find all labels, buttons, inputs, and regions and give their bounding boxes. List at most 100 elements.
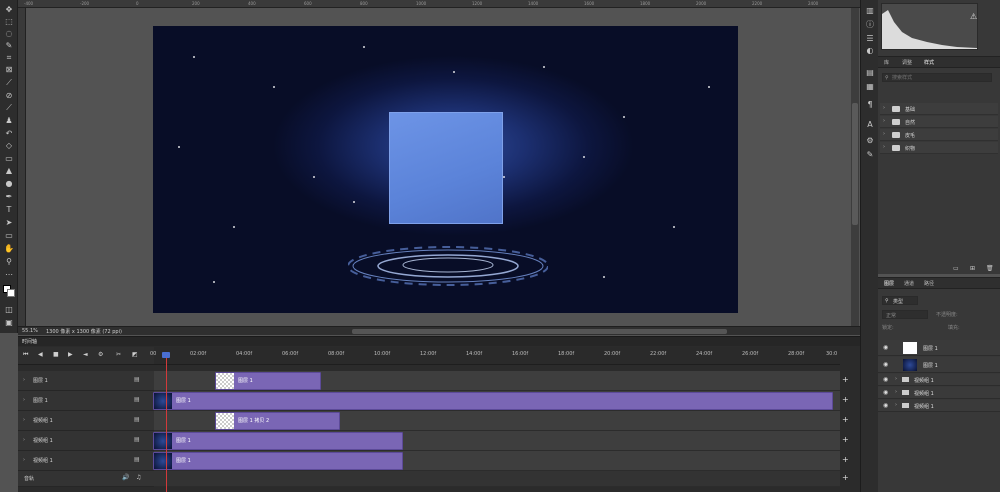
chevron-right-icon[interactable]: › xyxy=(23,397,25,403)
blue-square-layer[interactable] xyxy=(389,112,503,224)
lasso-tool-icon[interactable]: ◌ xyxy=(4,30,14,38)
paths-icon[interactable]: ✎ xyxy=(865,150,875,160)
layer-row[interactable]: ◉ 图层 1 xyxy=(878,357,1000,373)
vertical-scrollbar[interactable] xyxy=(851,8,859,326)
tab-layers[interactable]: 图层 xyxy=(884,280,894,287)
adjustments-icon[interactable]: ☰ xyxy=(865,34,875,44)
paragraph-icon[interactable]: ¶ xyxy=(865,100,875,110)
previous-frame-icon[interactable]: ◀ xyxy=(38,351,43,358)
brush-tool-icon[interactable]: ⟋ xyxy=(4,104,14,112)
chevron-right-icon[interactable]: › xyxy=(23,457,25,463)
blend-mode-select[interactable]: 正常 xyxy=(882,310,928,319)
track-lane[interactable]: 图层 1 xyxy=(154,371,840,391)
tab-paths[interactable]: 路径 xyxy=(924,280,934,287)
chevron-right-icon[interactable]: › xyxy=(883,131,885,137)
style-folder-row[interactable]: › 自然 xyxy=(880,116,998,128)
blur-tool-icon[interactable]: ▲ xyxy=(4,167,14,175)
audio-track-header[interactable]: 音轨 🔊 ♫ xyxy=(18,471,154,487)
properties-icon[interactable]: ⚙ xyxy=(865,136,875,146)
zoom-tool-icon[interactable]: ⚲ xyxy=(4,258,14,266)
layer-row[interactable]: ◉ 图层 1 xyxy=(878,340,1000,356)
film-strip-icon[interactable]: ▤ xyxy=(134,436,140,443)
info-icon[interactable]: ⓘ xyxy=(865,20,875,30)
eyedropper-tool-icon[interactable]: ⟋ xyxy=(4,79,14,87)
tab-styles[interactable]: 样式 xyxy=(924,59,934,66)
film-strip-icon[interactable]: ▤ xyxy=(134,376,140,383)
eye-icon[interactable]: ◉ xyxy=(883,344,888,351)
eye-icon[interactable]: ◉ xyxy=(883,376,888,383)
new-folder-icon[interactable]: ▭ xyxy=(953,265,959,272)
character-icon[interactable]: A xyxy=(865,120,875,130)
horizontal-scroll-thumb[interactable] xyxy=(352,329,727,334)
timeline-clip[interactable]: 图层 1 xyxy=(215,372,321,390)
track-lane[interactable]: 图层 1 拷贝 2 xyxy=(154,411,840,431)
playhead[interactable] xyxy=(166,352,167,492)
type-tool-icon[interactable]: T xyxy=(4,206,14,214)
style-search-box[interactable]: ⚲ xyxy=(882,73,992,82)
eraser-tool-icon[interactable]: ◇ xyxy=(4,142,14,150)
add-media-icon[interactable]: + xyxy=(842,455,849,464)
move-tool-icon[interactable]: ✥ xyxy=(4,6,14,14)
library-icon[interactable]: ▤ xyxy=(865,68,875,78)
audio-track-lane[interactable] xyxy=(154,471,840,487)
speaker-icon[interactable]: 🔊 xyxy=(122,474,129,481)
history-brush-tool-icon[interactable]: ↶ xyxy=(4,130,14,138)
style-folder-row[interactable]: › 皮毛 xyxy=(880,129,998,141)
gradient-tool-icon[interactable]: ▭ xyxy=(4,155,14,163)
chevron-right-icon[interactable]: › xyxy=(883,105,885,111)
chevron-right-icon[interactable]: › xyxy=(883,144,885,150)
add-media-icon[interactable]: + xyxy=(842,415,849,424)
frame-tool-icon[interactable]: ⊠ xyxy=(4,66,14,74)
timeline-clip[interactable]: 图层 1 xyxy=(153,452,403,470)
layer-group-row[interactable]: ◉ › 视频组 1 xyxy=(878,387,1000,399)
track-header[interactable]: › 视频组 1 ▤ xyxy=(18,431,154,451)
style-folder-row[interactable]: › 织物 xyxy=(880,142,998,154)
warning-icon[interactable]: ⚠ xyxy=(970,12,977,21)
next-frame-icon[interactable]: ▶ xyxy=(68,351,73,358)
track-lane[interactable]: 图层 1 xyxy=(153,451,840,471)
chevron-right-icon[interactable]: › xyxy=(895,402,897,408)
eye-icon[interactable]: ◉ xyxy=(883,402,888,409)
add-media-icon[interactable]: + xyxy=(842,375,849,384)
chevron-right-icon[interactable]: › xyxy=(895,389,897,395)
film-strip-icon[interactable]: ▤ xyxy=(134,456,140,463)
timeline-clip[interactable]: 图层 1 拷贝 2 xyxy=(215,412,340,430)
track-header[interactable]: › 视频组 1 ▤ xyxy=(18,451,154,471)
quick-mask-icon[interactable]: ◫ xyxy=(4,306,14,314)
play-icon[interactable]: ■ xyxy=(53,351,59,358)
track-header[interactable]: › 图层 1 ▤ xyxy=(18,371,154,391)
music-note-icon[interactable]: ♫ xyxy=(136,474,141,481)
playhead-handle[interactable] xyxy=(162,352,170,358)
histogram-icon[interactable]: ▥ xyxy=(865,6,875,16)
swatches-icon[interactable]: ▦ xyxy=(865,82,875,92)
eye-icon[interactable]: ◉ xyxy=(883,361,888,368)
crop-tool-icon[interactable]: ⌗ xyxy=(4,54,14,62)
tab-channels[interactable]: 通道 xyxy=(904,280,914,287)
navigator-icon[interactable]: ◐ xyxy=(865,46,875,56)
settings-icon[interactable]: ⚙ xyxy=(98,351,103,358)
background-color-swatch[interactable] xyxy=(7,289,15,297)
layer-group-row[interactable]: ◉ › 视频组 1 xyxy=(878,400,1000,412)
layer-group-row[interactable]: ◉ › 视频组 1 xyxy=(878,374,1000,386)
split-clip-icon[interactable]: ✂ xyxy=(116,351,121,358)
timeline-ruler[interactable]: 00 02:00f 04:00f 06:00f 08:00f 10:00f 12… xyxy=(150,347,840,365)
trash-icon[interactable]: 🗑 xyxy=(986,265,994,272)
add-media-icon[interactable]: + xyxy=(842,395,849,404)
edit-toolbar-icon[interactable]: ⋯ xyxy=(4,271,14,279)
style-folder-row[interactable]: › 基础 xyxy=(880,103,998,115)
healing-tool-icon[interactable]: ⊘ xyxy=(4,92,14,100)
zoom-level[interactable]: 55.1% xyxy=(22,328,38,334)
hand-tool-icon[interactable]: ✋ xyxy=(4,245,14,253)
vertical-scroll-thumb[interactable] xyxy=(852,103,858,225)
add-media-icon[interactable]: + xyxy=(842,473,849,482)
transition-icon[interactable]: ◩ xyxy=(132,351,138,358)
document-canvas[interactable] xyxy=(153,26,738,313)
path-select-tool-icon[interactable]: ➤ xyxy=(4,219,14,227)
rectangle-tool-icon[interactable]: ▭ xyxy=(4,232,14,240)
marquee-tool-icon[interactable]: ⬚ xyxy=(4,18,14,26)
tab-library[interactable]: 库 xyxy=(884,59,889,66)
layer-name[interactable]: 视频组 1 xyxy=(914,377,934,384)
eye-icon[interactable]: ◉ xyxy=(883,389,888,396)
chevron-right-icon[interactable]: › xyxy=(23,417,25,423)
track-lane[interactable]: 图层 1 xyxy=(153,431,840,451)
